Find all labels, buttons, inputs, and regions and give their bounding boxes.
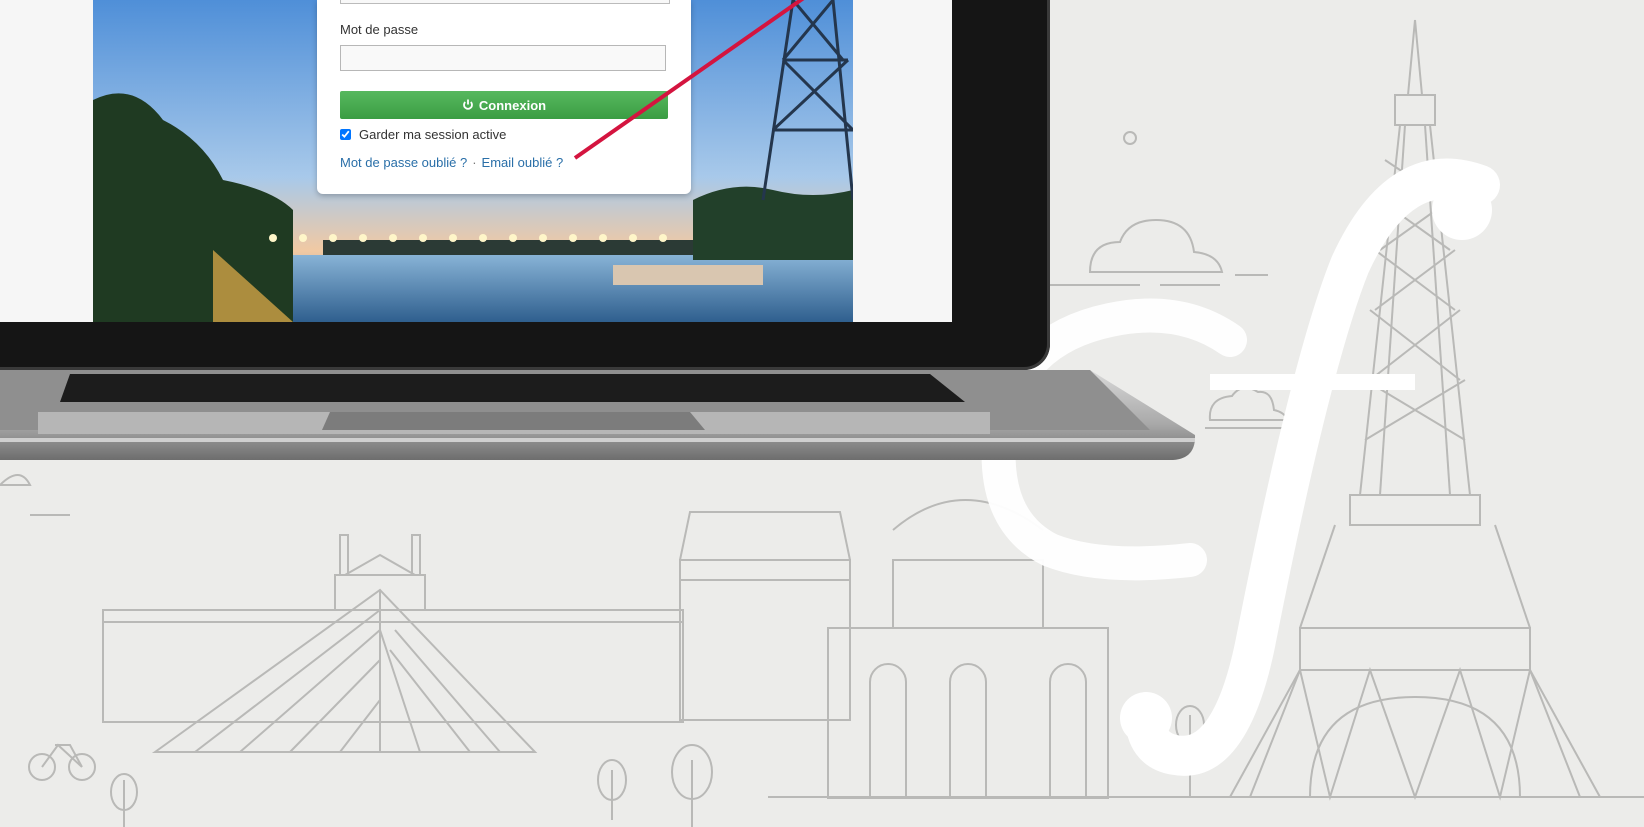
trackpad xyxy=(322,412,705,430)
keyboard xyxy=(60,374,965,402)
laptop-base xyxy=(0,370,1196,460)
